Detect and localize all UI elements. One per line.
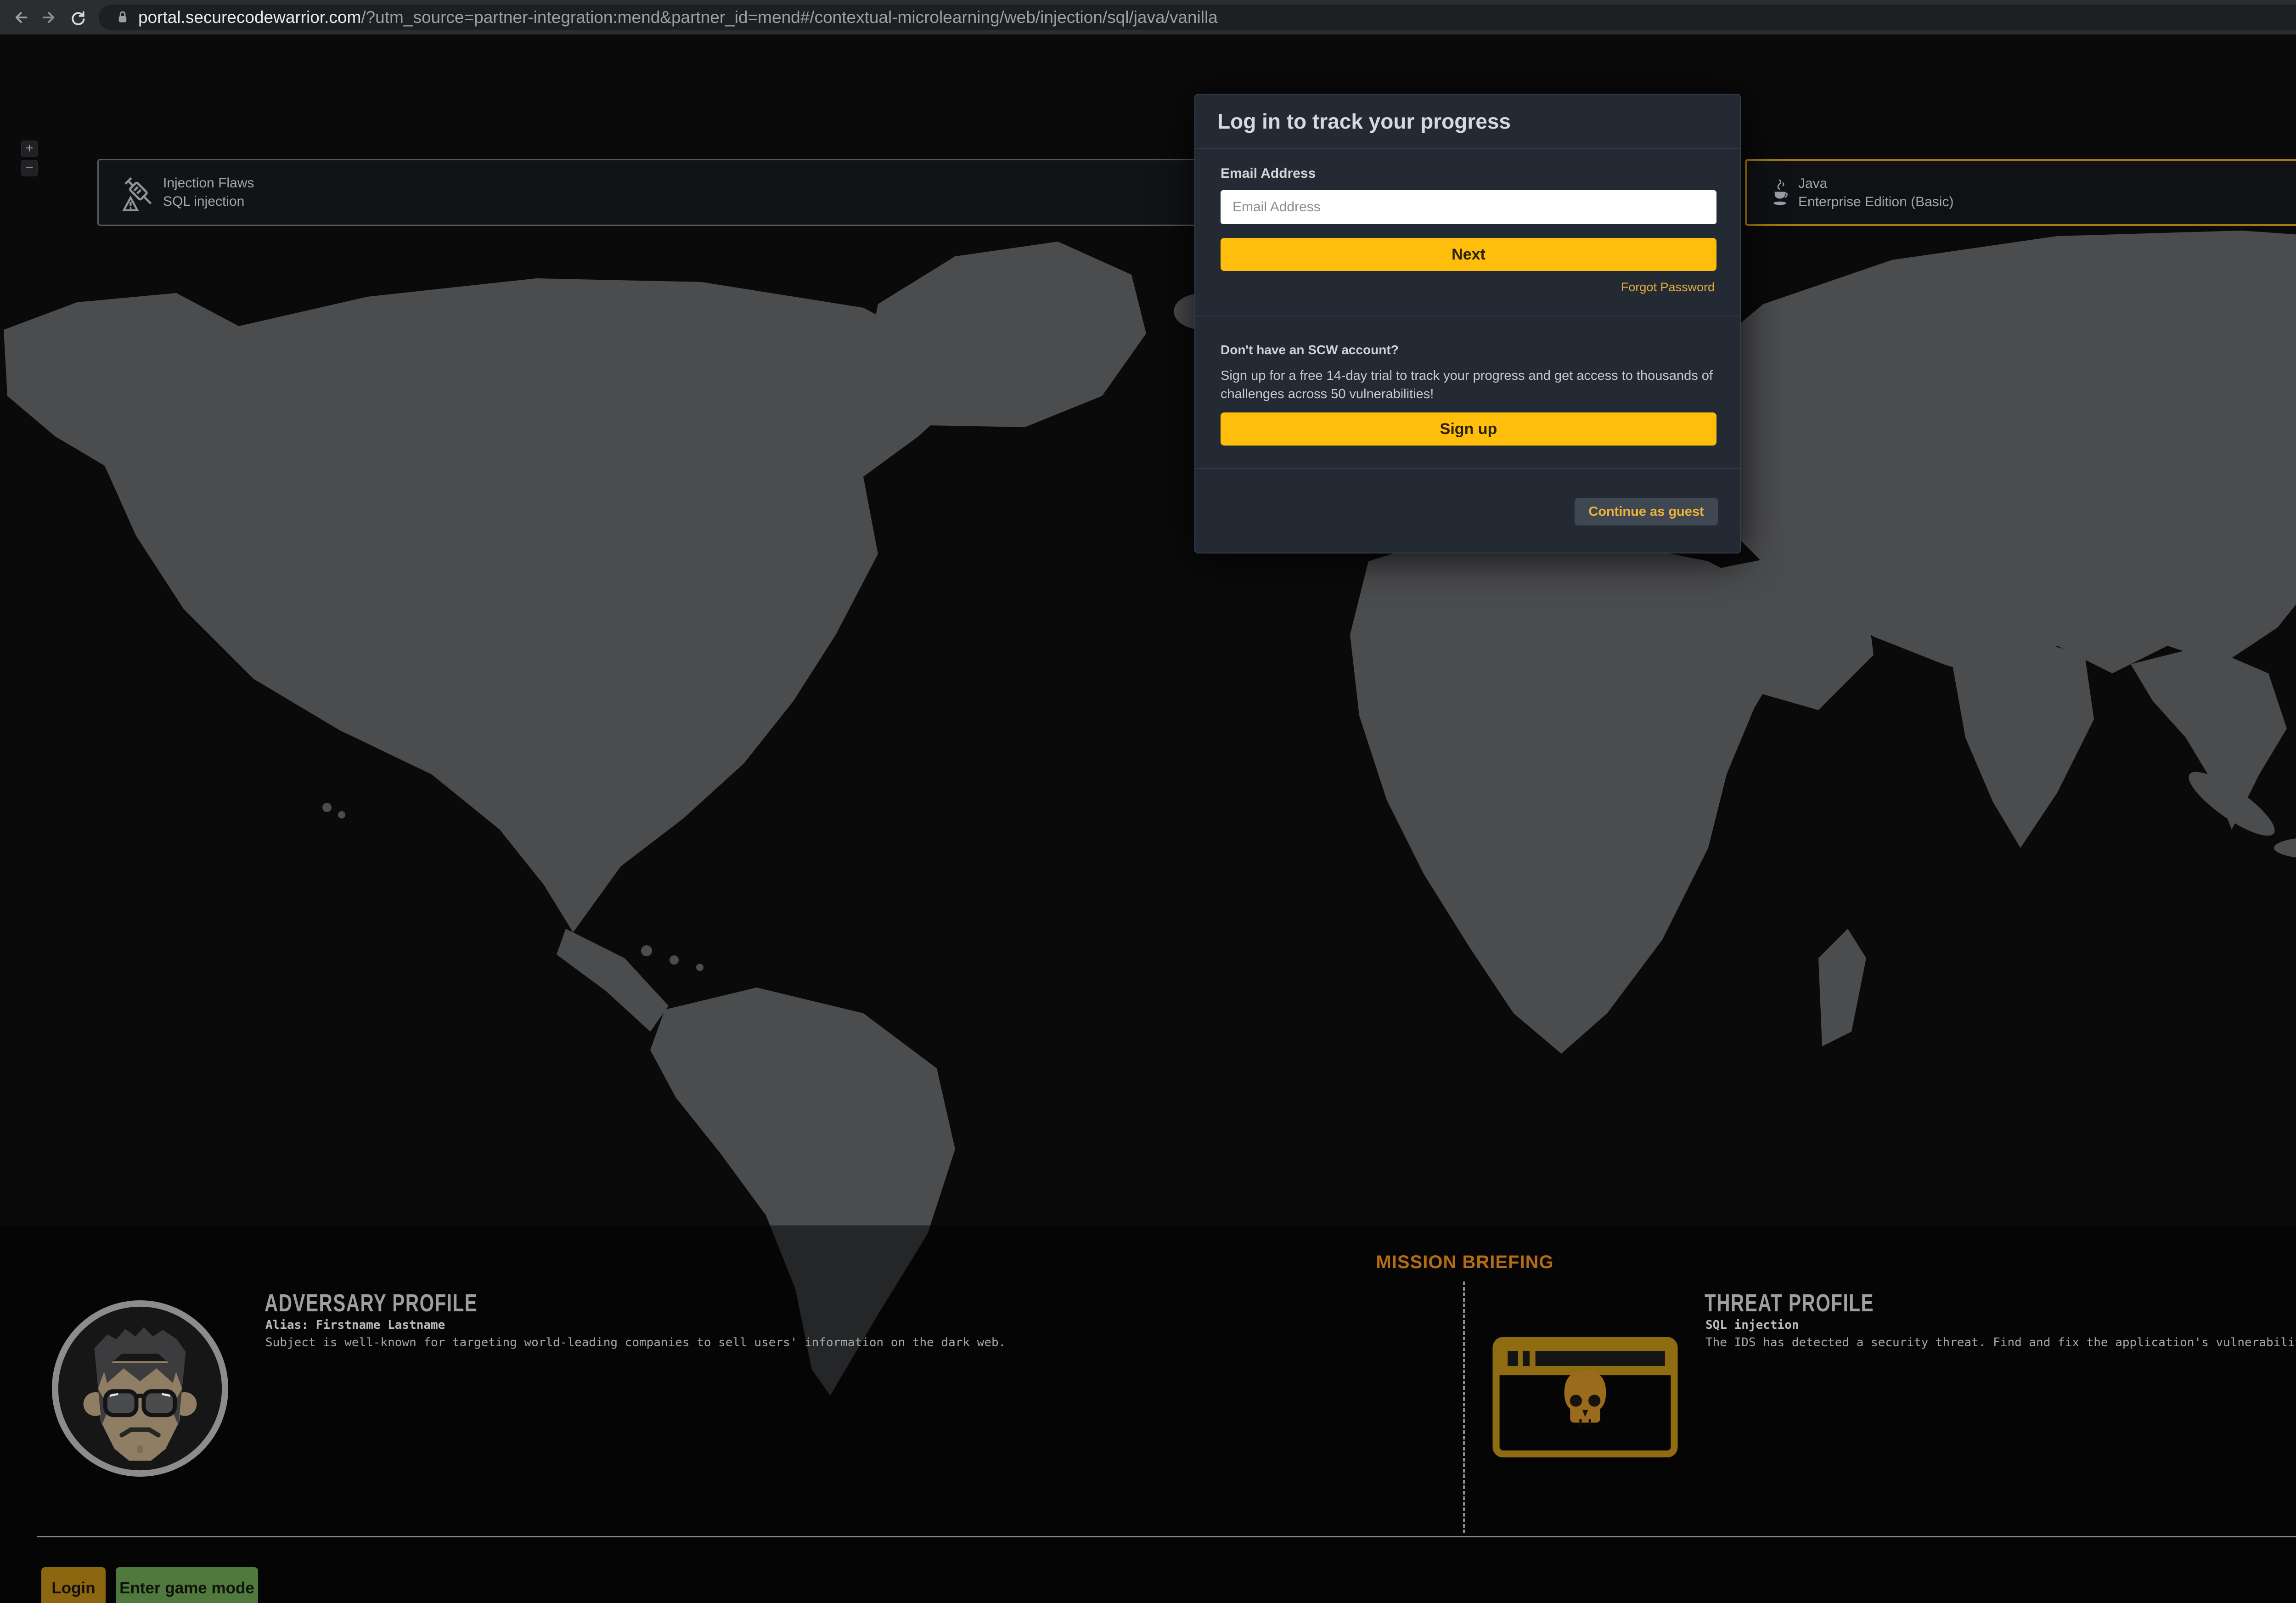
forgot-password-link[interactable]: Forgot Password [1621, 280, 1715, 294]
adversary-description: Subject is well-known for targeting worl… [265, 1336, 1006, 1349]
mission-briefing-title: MISSION BRIEFING [1376, 1252, 1553, 1273]
footer-dim-overlay [0, 1225, 2296, 1603]
email-field[interactable] [1221, 190, 1716, 224]
modal-title: Log in to track your progress [1217, 95, 1511, 148]
login-button[interactable]: Login [41, 1567, 106, 1603]
language-framework: Enterprise Edition (Basic) [1798, 193, 1953, 211]
modal-divider-2 [1195, 468, 1740, 469]
skull-window-icon [1491, 1337, 1679, 1457]
vulnerability-name: SQL injection [163, 192, 254, 211]
footer-rule [37, 1536, 2296, 1537]
url-path: /?utm_source=partner-integration:mend&pa… [361, 8, 1217, 27]
adversary-avatar [49, 1297, 231, 1480]
back-icon[interactable] [10, 7, 30, 28]
login-modal: Log in to track your progress Email Addr… [1194, 94, 1741, 553]
portal-page: + − Injection Flaw [0, 36, 2296, 1603]
enter-game-mode-button[interactable]: Enter game mode [116, 1567, 258, 1603]
url-domain: portal.securecodewarrior.com [138, 8, 361, 27]
threat-description: The IDS has detected a security threat. … [1705, 1336, 2296, 1349]
url-text: portal.securecodewarrior.com/?utm_source… [138, 5, 1218, 30]
address-bar[interactable]: portal.securecodewarrior.com/?utm_source… [99, 5, 2296, 30]
adversary-alias: Alias: Firstname Lastname [265, 1318, 445, 1332]
vulnerability-category: Injection Flaws [163, 174, 254, 192]
next-button[interactable]: Next [1221, 238, 1716, 271]
threat-profile-title: THREAT PROFILE [1705, 1289, 1874, 1317]
forward-icon[interactable] [39, 7, 60, 28]
zoom-in-button[interactable]: + [21, 141, 38, 157]
modal-header-divider [1195, 148, 1740, 149]
browser-toolbar: portal.securecodewarrior.com/?utm_source… [0, 0, 2296, 35]
email-label: Email Address [1221, 166, 1316, 181]
signup-heading: Don't have an SCW account? [1221, 343, 1399, 357]
continue-as-guest-button[interactable]: Continue as guest [1575, 498, 1718, 525]
reload-icon[interactable] [68, 7, 88, 28]
language-labels: Java Enterprise Edition (Basic) [1798, 175, 1953, 211]
zoom-out-button[interactable]: − [21, 160, 38, 176]
language-selector[interactable]: Java Enterprise Edition (Basic) REMEMBER… [1745, 159, 2296, 226]
signup-text: Sign up for a free 14-day trial to track… [1221, 367, 1719, 403]
signup-button[interactable]: Sign up [1221, 412, 1716, 446]
lock-icon [114, 9, 131, 26]
vulnerability-labels: Injection Flaws SQL injection [163, 174, 254, 211]
java-icon [1771, 176, 1789, 212]
threat-name: SQL injection [1705, 1318, 1799, 1332]
language-name: Java [1798, 175, 1953, 193]
adversary-profile-title: ADVERSARY PROFILE [264, 1289, 478, 1317]
mission-divider [1463, 1281, 1465, 1533]
syringe-icon [117, 173, 158, 216]
screen: portal.securecodewarrior.com/?utm_source… [0, 0, 2296, 1603]
